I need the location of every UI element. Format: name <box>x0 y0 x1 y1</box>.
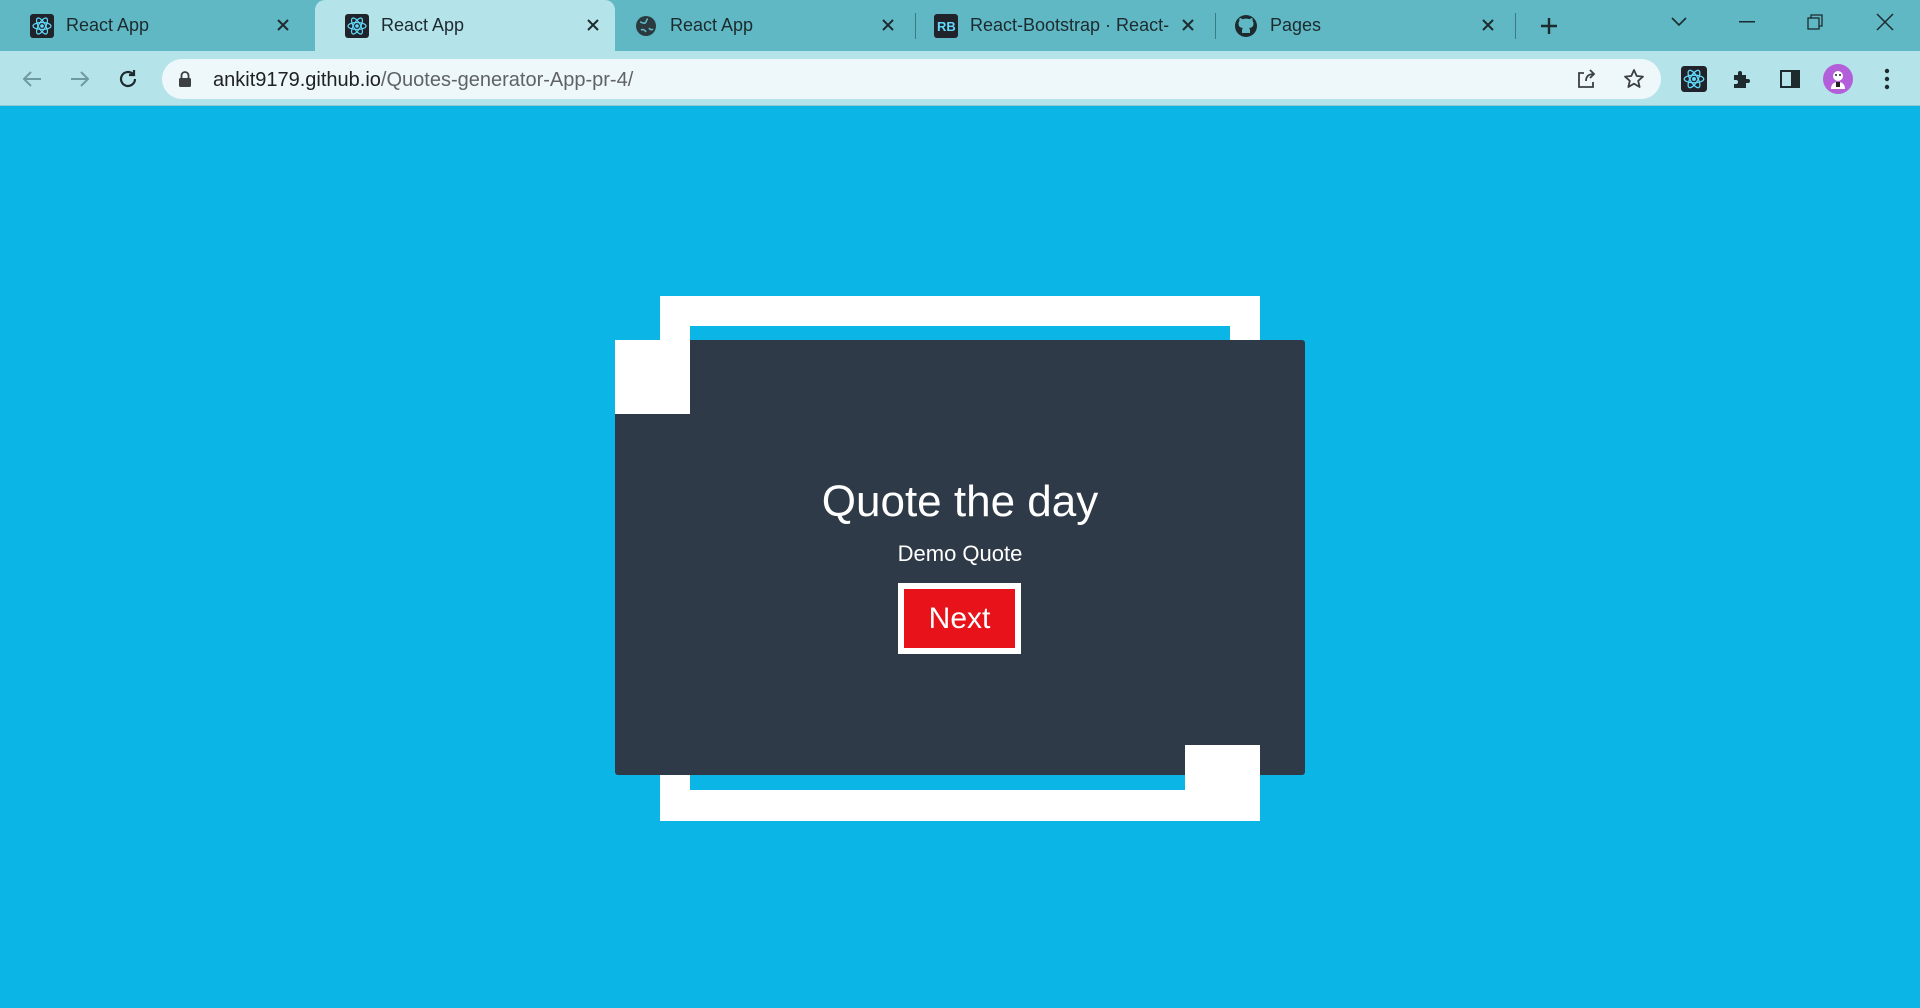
share-icon[interactable] <box>1574 67 1598 91</box>
tab-title: Pages <box>1270 15 1322 35</box>
url-domain: ankit9179.github.io <box>213 69 381 91</box>
react-devtools-extension-icon[interactable] <box>1679 64 1709 94</box>
tab-search-chevron-down-icon[interactable] <box>1657 6 1701 38</box>
new-tab-button[interactable] <box>1533 10 1565 42</box>
react-icon <box>345 13 369 38</box>
tab-pages[interactable]: Pages <box>1204 0 1510 51</box>
page-content: Quote the day Demo Quote Next <box>0 106 1920 1008</box>
next-button[interactable]: Next <box>898 583 1021 654</box>
close-icon[interactable] <box>876 13 900 37</box>
close-icon[interactable] <box>1476 13 1500 37</box>
reload-icon[interactable] <box>110 61 146 97</box>
tab-strip: React App React App React App RB React-B… <box>0 0 1920 51</box>
tab-separator <box>1515 13 1516 39</box>
card-corner-top-left <box>615 340 690 414</box>
close-icon[interactable] <box>1176 13 1200 37</box>
tab-title: React App <box>381 15 465 35</box>
close-window-icon[interactable] <box>1863 6 1907 38</box>
browser-toolbar: ankit9179.github.io/Quotes-generator-App… <box>0 51 1920 106</box>
profile-avatar[interactable] <box>1823 64 1853 94</box>
globe-icon <box>634 14 658 38</box>
quote-heading: Quote the day <box>821 477 1099 526</box>
address-bar[interactable]: ankit9179.github.io/Quotes-generator-App… <box>162 59 1661 99</box>
forward-icon[interactable] <box>62 61 98 97</box>
tab-title: React-Bootstrap · React-B <box>970 15 1170 35</box>
extensions-puzzle-icon[interactable] <box>1727 64 1757 94</box>
restore-icon[interactable] <box>1793 6 1837 38</box>
tab-react-app-2[interactable]: React App <box>315 0 615 51</box>
minimize-icon[interactable] <box>1725 6 1769 38</box>
bookmark-star-icon[interactable] <box>1622 67 1646 91</box>
close-icon[interactable] <box>271 13 295 37</box>
react-bootstrap-icon: RB <box>934 13 958 38</box>
close-icon[interactable] <box>581 13 605 37</box>
side-panel-icon[interactable] <box>1775 64 1805 94</box>
tab-title: React App <box>670 15 754 35</box>
github-icon <box>1234 14 1258 38</box>
svg-text:RB: RB <box>937 19 956 34</box>
url-path: /Quotes-generator-App-pr-4/ <box>380 69 634 91</box>
lock-icon[interactable] <box>176 70 194 88</box>
tab-react-bootstrap[interactable]: RB React-Bootstrap · React-B <box>904 0 1210 51</box>
more-menu-icon[interactable] <box>1872 64 1902 94</box>
card-corner-bottom-right <box>1185 745 1260 821</box>
tab-react-app-1[interactable]: React App <box>0 0 305 51</box>
tab-react-app-3[interactable]: React App <box>604 0 910 51</box>
tab-title: React App <box>66 15 150 35</box>
react-icon <box>30 13 54 38</box>
back-icon[interactable] <box>14 61 50 97</box>
url-text: ankit9179.github.io/Quotes-generator-App… <box>213 69 633 92</box>
quote-text: Demo Quote <box>897 541 1023 566</box>
